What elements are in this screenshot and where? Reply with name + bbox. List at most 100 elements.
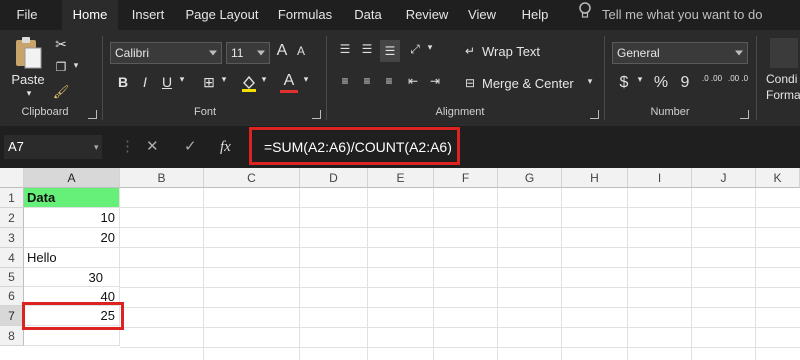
orientation-icon[interactable]: ⤢: [406, 42, 424, 57]
divider: [691, 188, 692, 360]
decrease-indent-icon[interactable]: ⇤: [404, 74, 422, 88]
ribbon-tab-bar: File Home Insert Page Layout Formulas Da…: [0, 0, 800, 30]
borders-icon[interactable]: ⊞: [200, 74, 218, 91]
underline-button[interactable]: U: [158, 74, 176, 90]
conditional-formatting-button[interactable]: Condi: [766, 72, 797, 86]
column-header-b[interactable]: B: [120, 168, 204, 188]
cancel-icon[interactable]: ✕: [146, 135, 159, 159]
wrap-text-button[interactable]: Wrap Text: [482, 44, 540, 59]
format-painter-icon[interactable]: 🖌: [52, 84, 70, 100]
fill-color-icon[interactable]: [240, 74, 258, 95]
number-format-value: General: [617, 46, 660, 60]
column-header-h[interactable]: H: [562, 168, 628, 188]
column-header-c[interactable]: C: [204, 168, 300, 188]
formula-bar-grip-icon[interactable]: ⋮: [120, 135, 135, 159]
copy-icon[interactable]: ❐: [52, 60, 70, 74]
empty-cells-area[interactable]: [120, 188, 800, 360]
tab-data[interactable]: Data: [344, 0, 392, 30]
underline-chevron-icon[interactable]: ▾: [176, 74, 188, 85]
row-header-1[interactable]: 1: [0, 188, 24, 208]
column-header-i[interactable]: I: [628, 168, 692, 188]
select-all-corner[interactable]: [0, 168, 24, 188]
align-bottom-icon[interactable]: ☰: [380, 40, 400, 62]
cell-a1[interactable]: Data: [24, 188, 120, 208]
format-as-table-button[interactable]: Forma: [766, 88, 800, 102]
tell-me-search[interactable]: Tell me what you want to do: [578, 0, 762, 30]
divider: [561, 188, 562, 360]
insert-function-icon[interactable]: fx: [220, 135, 231, 159]
tab-page-layout[interactable]: Page Layout: [180, 0, 264, 30]
align-right-icon[interactable]: ≡: [380, 74, 398, 88]
align-top-icon[interactable]: ☰: [336, 42, 354, 56]
percent-button[interactable]: %: [652, 74, 670, 92]
row-header-7[interactable]: 7: [0, 306, 24, 326]
name-box[interactable]: A7: [4, 135, 102, 159]
merge-center-button[interactable]: Merge & Center: [482, 76, 574, 91]
worksheet-grid[interactable]: A B C D E F G H I J K 1 2 3 4 5 6 7 8 Da…: [0, 168, 800, 360]
column-header-a[interactable]: A: [24, 168, 120, 188]
decrease-decimal-button[interactable]: .00 .0: [728, 74, 748, 83]
divider: [203, 188, 204, 360]
comma-style-button[interactable]: 9: [676, 74, 694, 92]
font-color-chevron-icon[interactable]: ▾: [300, 74, 312, 85]
cell-a2[interactable]: 10: [24, 208, 120, 228]
column-header-f[interactable]: F: [434, 168, 498, 188]
column-header-j[interactable]: J: [692, 168, 756, 188]
font-name-select[interactable]: Calibri: [110, 42, 222, 64]
enter-icon[interactable]: ✓: [184, 135, 197, 159]
grow-font-icon[interactable]: A: [274, 42, 290, 60]
merge-center-icon: ⊟: [464, 76, 476, 90]
cut-icon[interactable]: ✂: [52, 36, 70, 53]
align-middle-icon[interactable]: ☰: [358, 42, 376, 56]
row-header-3[interactable]: 3: [0, 228, 24, 248]
tab-view[interactable]: View: [460, 0, 504, 30]
row-header-6[interactable]: 6: [0, 287, 24, 306]
font-launcher-icon[interactable]: [312, 110, 321, 119]
conditional-formatting-icon[interactable]: [770, 38, 798, 68]
font-color-button[interactable]: A: [280, 72, 298, 93]
row-header-2[interactable]: 2: [0, 208, 24, 228]
shrink-font-icon[interactable]: A: [294, 44, 308, 58]
row-header-4[interactable]: 4: [0, 248, 24, 268]
currency-chevron-icon[interactable]: ▾: [634, 74, 646, 85]
selected-cell-highlight-box: [22, 302, 124, 330]
tab-home[interactable]: Home: [62, 0, 118, 30]
paste-icon[interactable]: [10, 36, 46, 70]
bold-button[interactable]: B: [114, 74, 132, 90]
cell-a3[interactable]: 20: [24, 228, 120, 248]
divider: [367, 188, 368, 360]
orientation-chevron-icon[interactable]: ▾: [424, 42, 436, 53]
borders-chevron-icon[interactable]: ▾: [218, 74, 230, 85]
align-left-icon[interactable]: ≡: [336, 74, 354, 88]
align-center-icon[interactable]: ≡: [358, 74, 376, 88]
font-size-select[interactable]: 11: [226, 42, 270, 64]
paste-chevron-icon[interactable]: ▾: [24, 88, 34, 99]
row-header-5[interactable]: 5: [0, 268, 24, 287]
number-launcher-icon[interactable]: [740, 110, 749, 119]
merge-chevron-icon[interactable]: ▾: [584, 76, 596, 87]
wrap-text-icon: ↵: [464, 44, 476, 58]
number-format-select[interactable]: General: [612, 42, 748, 64]
tab-file[interactable]: File: [4, 0, 50, 30]
italic-button[interactable]: I: [136, 74, 154, 90]
name-box-chevron-icon[interactable]: ▾: [94, 135, 99, 159]
paste-button[interactable]: Paste: [8, 72, 48, 87]
increase-decimal-button[interactable]: .0 .00: [702, 74, 722, 83]
row-header-8[interactable]: 8: [0, 326, 24, 346]
tab-insert[interactable]: Insert: [124, 0, 172, 30]
cell-a4[interactable]: Hello: [24, 248, 120, 268]
currency-button[interactable]: $: [616, 74, 632, 92]
column-header-g[interactable]: G: [498, 168, 562, 188]
fill-color-chevron-icon[interactable]: ▾: [258, 74, 270, 85]
column-header-k[interactable]: K: [756, 168, 800, 188]
column-header-d[interactable]: D: [300, 168, 368, 188]
cell-a5[interactable]: 30: [24, 268, 120, 287]
clipboard-launcher-icon[interactable]: [88, 110, 97, 119]
tab-help[interactable]: Help: [512, 0, 558, 30]
tab-formulas[interactable]: Formulas: [272, 0, 338, 30]
copy-chevron-icon[interactable]: ▾: [70, 60, 82, 71]
column-header-e[interactable]: E: [368, 168, 434, 188]
alignment-launcher-icon[interactable]: [590, 110, 599, 119]
increase-indent-icon[interactable]: ⇥: [426, 74, 444, 88]
tab-review[interactable]: Review: [400, 0, 454, 30]
